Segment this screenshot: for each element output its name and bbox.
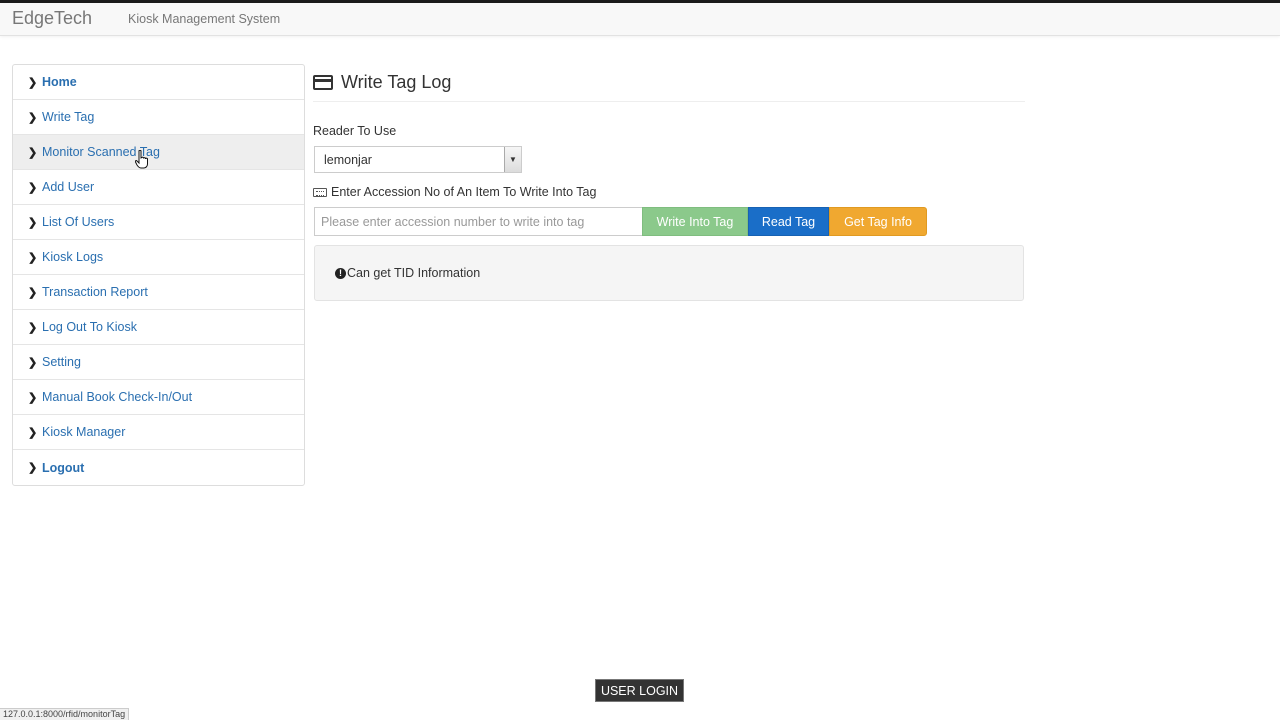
page-title: Write Tag Log (341, 72, 452, 92)
sidebar: ❯ Home ❯ Write Tag ❯ Monitor Scanned Tag… (12, 64, 305, 486)
credit-card-icon (313, 74, 335, 91)
sidebar-item-kiosk-logs[interactable]: ❯ Kiosk Logs (13, 240, 304, 275)
info-well: ! Can get TID Information (314, 245, 1024, 301)
sidebar-item-home[interactable]: ❯ Home (13, 65, 304, 100)
caret-down-icon[interactable]: ▼ (504, 147, 521, 172)
exclamation-circle-icon: ! (335, 267, 346, 279)
chevron-right-icon: ❯ (28, 391, 38, 404)
user-login-button[interactable]: USER LOGIN (595, 679, 684, 702)
sidebar-item-label: List Of Users (42, 215, 115, 229)
chevron-right-icon: ❯ (28, 111, 38, 124)
reader-select[interactable]: lemonjar ▼ (314, 146, 522, 173)
chevron-right-icon: ❯ (28, 76, 38, 89)
chevron-right-icon: ❯ (28, 426, 38, 439)
chevron-right-icon: ❯ (28, 146, 38, 159)
read-tag-button[interactable]: Read Tag (748, 207, 829, 236)
brand-logo[interactable]: EdgeTech (12, 8, 92, 29)
sidebar-item-label: Kiosk Manager (42, 425, 126, 439)
sidebar-item-label: Write Tag (42, 110, 95, 124)
sidebar-item-manual-book-check[interactable]: ❯ Manual Book Check-In/Out (13, 380, 304, 415)
write-into-tag-button[interactable]: Write Into Tag (642, 207, 748, 236)
sidebar-item-label: Logout (42, 460, 85, 475)
sidebar-item-add-user[interactable]: ❯ Add User (13, 170, 304, 205)
sidebar-item-list-of-users[interactable]: ❯ List Of Users (13, 205, 304, 240)
info-message-text: Can get TID Information (347, 266, 481, 280)
chevron-right-icon: ❯ (28, 356, 38, 369)
sidebar-item-setting[interactable]: ❯ Setting (13, 345, 304, 380)
nav-subtitle-link[interactable]: Kiosk Management System (128, 12, 280, 26)
reader-select-value: lemonjar (324, 153, 372, 167)
status-bar-url: 127.0.0.1:8000/rfid/monitorTag (0, 708, 130, 720)
sidebar-item-label: Transaction Report (42, 285, 148, 299)
accession-input[interactable] (314, 207, 642, 236)
keyboard-icon (313, 187, 327, 197)
sidebar-item-label: Log Out To Kiosk (42, 320, 137, 334)
main-content: Write Tag Log Reader To Use lemonjar ▼ E… (313, 64, 1025, 301)
navbar: EdgeTech Kiosk Management System (0, 3, 1280, 36)
sidebar-item-label: Home (42, 75, 77, 89)
accession-label: Enter Accession No of An Item To Write I… (313, 185, 596, 199)
sidebar-item-label: Kiosk Logs (42, 250, 104, 264)
sidebar-item-label: Add User (42, 180, 95, 194)
reader-label: Reader To Use (313, 124, 397, 138)
sidebar-item-log-out-to-kiosk[interactable]: ❯ Log Out To Kiosk (13, 310, 304, 345)
sidebar-item-label: Manual Book Check-In/Out (42, 390, 193, 404)
sidebar-item-kiosk-manager[interactable]: ❯ Kiosk Manager (13, 415, 304, 450)
hand-pointer-cursor-icon (135, 150, 148, 169)
page-header: Write Tag Log (313, 64, 1025, 102)
info-message: ! Can get TID Information (335, 266, 480, 280)
accession-label-text: Enter Accession No of An Item To Write I… (331, 185, 597, 199)
sidebar-item-write-tag[interactable]: ❯ Write Tag (13, 100, 304, 135)
sidebar-item-label: Setting (42, 355, 81, 369)
chevron-right-icon: ❯ (28, 216, 38, 229)
get-tag-info-button[interactable]: Get Tag Info (829, 207, 927, 236)
sidebar-item-monitor-scanned-tag[interactable]: ❯ Monitor Scanned Tag (13, 135, 304, 170)
chevron-right-icon: ❯ (28, 321, 38, 334)
chevron-right-icon: ❯ (28, 286, 38, 299)
chevron-right-icon: ❯ (28, 462, 38, 474)
sidebar-item-transaction-report[interactable]: ❯ Transaction Report (13, 275, 304, 310)
chevron-right-icon: ❯ (28, 181, 38, 194)
chevron-right-icon: ❯ (28, 251, 38, 264)
sidebar-item-logout[interactable]: ❯ Logout (13, 450, 304, 485)
